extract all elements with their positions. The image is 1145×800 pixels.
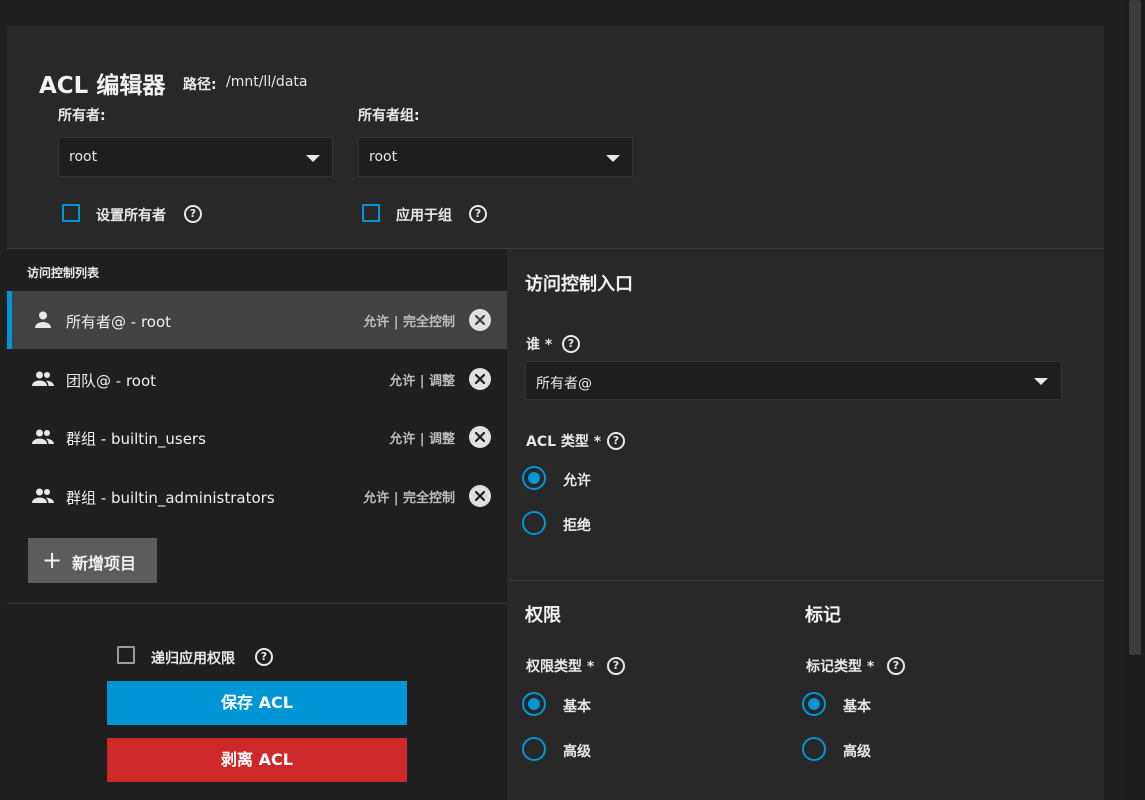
acl-list-item[interactable]: 团队@ - root 允许 | 调整 xyxy=(7,350,507,408)
strip-acl-button[interactable]: 剥离 ACL xyxy=(107,738,407,782)
acl-item-permission: 允许 | 调整 xyxy=(389,432,455,447)
acl-type-allow-radio[interactable] xyxy=(522,466,546,490)
path-value: /mnt/ll/data xyxy=(226,74,308,90)
owner-group-label: 所有者组: xyxy=(358,108,420,124)
remove-entry-icon[interactable] xyxy=(469,485,491,507)
acl-item-name: 群组 - builtin_users xyxy=(66,430,206,448)
acl-item-name: 所有者@ - root xyxy=(66,313,172,331)
who-label: 谁 * xyxy=(526,337,553,353)
permission-type-label: 权限类型 * xyxy=(526,659,595,675)
acl-type-deny-radio[interactable] xyxy=(522,511,546,535)
acl-item-permission: 允许 | 调整 xyxy=(389,374,455,389)
acl-item-permission: 允许 | 完全控制 xyxy=(363,315,455,330)
add-item-label: 新增项目 xyxy=(72,554,137,573)
group-icon xyxy=(32,488,54,503)
who-dropdown-arrow-icon xyxy=(1034,378,1048,385)
recursive-label: 递归应用权限 xyxy=(151,651,235,667)
page-scrollbar-thumb[interactable] xyxy=(1129,0,1141,655)
owner-select[interactable]: root xyxy=(58,137,333,177)
set-owner-help-icon[interactable]: ? xyxy=(184,205,202,223)
owner-group-select[interactable]: root xyxy=(358,137,633,177)
page-title: ACL 编辑器 xyxy=(39,73,166,99)
owner-label: 所有者: xyxy=(58,108,106,124)
who-select[interactable]: 所有者@ xyxy=(525,361,1062,400)
acl-type-help-icon[interactable]: ? xyxy=(607,432,625,450)
acl-type-label: ACL 类型 * xyxy=(526,434,602,450)
permission-advanced-radio[interactable] xyxy=(522,737,546,761)
remove-entry-icon[interactable] xyxy=(469,368,491,390)
flags-title: 标记 xyxy=(805,605,841,626)
group-icon xyxy=(32,429,54,444)
acl-type-deny-label: 拒绝 xyxy=(563,518,591,534)
set-owner-checkbox[interactable] xyxy=(62,204,80,222)
recursive-help-icon[interactable]: ? xyxy=(255,648,273,666)
acl-list-item[interactable]: 群组 - builtin_users 允许 | 调整 xyxy=(7,408,507,466)
owner-dropdown-arrow-icon xyxy=(306,155,320,162)
set-owner-label: 设置所有者 xyxy=(96,208,166,224)
acl-item-name: 群组 - builtin_administrators xyxy=(66,489,275,507)
add-item-button[interactable]: + 新增项目 xyxy=(28,538,157,583)
ace-panel xyxy=(508,249,1104,580)
apply-group-checkbox[interactable] xyxy=(362,204,380,222)
path-label: 路径: xyxy=(183,77,217,93)
owner-group-dropdown-arrow-icon xyxy=(606,155,620,162)
permission-type-help-icon[interactable]: ? xyxy=(607,657,625,675)
flag-basic-radio[interactable] xyxy=(802,692,826,716)
acl-item-permission: 允许 | 完全控制 xyxy=(363,491,455,506)
acl-item-name: 团队@ - root xyxy=(66,372,157,390)
flag-type-help-icon[interactable]: ? xyxy=(887,657,905,675)
flag-advanced-radio[interactable] xyxy=(802,737,826,761)
flag-type-label: 标记类型 * xyxy=(806,659,875,675)
save-acl-button[interactable]: 保存 ACL xyxy=(107,681,407,725)
remove-entry-icon[interactable] xyxy=(469,426,491,448)
selected-indicator xyxy=(7,291,12,349)
acl-type-allow-label: 允许 xyxy=(563,473,591,489)
person-icon xyxy=(35,311,51,328)
owner-group-select-value: root xyxy=(369,149,398,165)
list-divider xyxy=(7,603,507,604)
acl-list-title: 访问控制列表 xyxy=(27,266,100,280)
recursive-checkbox[interactable] xyxy=(117,646,135,664)
who-select-value: 所有者@ xyxy=(536,376,592,392)
flag-basic-label: 基本 xyxy=(843,699,871,715)
owner-select-value: root xyxy=(69,149,98,165)
plus-icon: + xyxy=(42,546,63,574)
ace-title: 访问控制入口 xyxy=(525,274,633,295)
acl-list-item[interactable]: 群组 - builtin_administrators 允许 | 完全控制 xyxy=(7,467,507,525)
permission-advanced-label: 高级 xyxy=(563,744,591,760)
permission-basic-label: 基本 xyxy=(563,699,591,715)
flag-advanced-label: 高级 xyxy=(843,744,871,760)
apply-group-help-icon[interactable]: ? xyxy=(469,205,487,223)
remove-entry-icon[interactable] xyxy=(469,309,491,331)
group-icon xyxy=(32,371,54,386)
apply-group-label: 应用于组 xyxy=(396,208,452,224)
who-help-icon[interactable]: ? xyxy=(562,335,580,353)
permissions-title: 权限 xyxy=(525,605,561,626)
acl-list-item[interactable]: 所有者@ - root 允许 | 完全控制 xyxy=(7,291,507,349)
permission-basic-radio[interactable] xyxy=(522,692,546,716)
